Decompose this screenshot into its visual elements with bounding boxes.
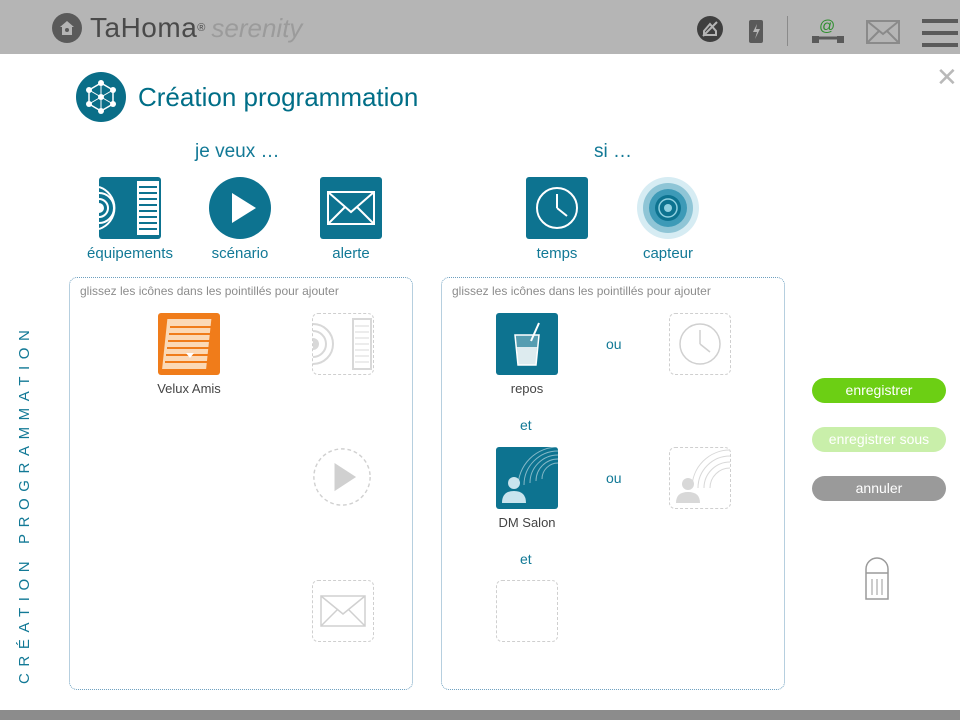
envelope-icon (320, 177, 382, 239)
item-label: Velux Amis (157, 381, 221, 396)
equipment-placeholder-icon (313, 318, 372, 370)
brand-registered: ® (197, 22, 206, 34)
menu-icon[interactable] (922, 18, 958, 53)
battery-icon[interactable] (748, 18, 764, 49)
play-icon (209, 177, 271, 239)
save-button[interactable]: enregistrer (812, 378, 946, 403)
clock-placeholder-icon (679, 323, 721, 365)
placed-equipment-item[interactable]: Velux Amis (144, 313, 234, 396)
equipment-slot[interactable] (312, 313, 374, 375)
sensor-slot[interactable] (669, 447, 731, 509)
home-logo-icon (52, 13, 82, 43)
mail-icon[interactable] (866, 20, 900, 49)
conditions-heading: si … (594, 141, 632, 162)
tool-label: capteur (642, 245, 694, 262)
tool-scenario[interactable]: scénario (200, 177, 280, 262)
sensor-icon (635, 177, 701, 239)
tool-alert[interactable]: alerte (311, 177, 391, 262)
and-connector: et (520, 551, 532, 567)
cancel-button[interactable]: annuler (812, 476, 946, 501)
brand: TaHoma ® serenity (52, 10, 302, 46)
item-label: DM Salon (498, 515, 556, 530)
tool-label: alerte (332, 245, 370, 262)
scenario-slot[interactable] (312, 447, 372, 507)
blind-icon (158, 313, 220, 375)
no-connection-icon[interactable] (696, 15, 724, 48)
drop-hint: glissez les icônes dans les pointillés p… (80, 284, 339, 298)
svg-text:@: @ (819, 18, 835, 35)
condition-item-dm-salon[interactable]: DM Salon (487, 447, 567, 530)
tool-label: scénario (211, 245, 269, 262)
dialog-title: Création programmation (138, 82, 419, 112)
close-icon[interactable]: ✕ (936, 64, 958, 90)
actions-heading: je veux … (195, 141, 280, 162)
brand-name: TaHoma (90, 12, 198, 43)
drink-icon (496, 313, 558, 375)
side-label: CRÉATION PROGRAMMATION (16, 323, 33, 684)
alert-slot[interactable] (312, 580, 374, 642)
play-placeholder-icon (313, 448, 371, 506)
trash-icon[interactable] (864, 557, 890, 606)
tool-equipment[interactable]: équipements (80, 177, 180, 262)
equipment-icon (99, 177, 161, 239)
or-connector: ou (606, 336, 622, 352)
app-header: TaHoma ® serenity @ (0, 0, 960, 54)
and-connector: et (520, 417, 532, 433)
user-network-icon[interactable]: @ (810, 14, 846, 51)
tool-sensor[interactable]: capteur (628, 177, 708, 262)
clock-icon (526, 177, 588, 239)
tool-label: temps (536, 245, 578, 262)
separator (787, 16, 789, 51)
network-icon (76, 72, 126, 122)
item-label: repos (510, 381, 544, 396)
tool-label: équipements (87, 245, 173, 262)
or-connector: ou (606, 470, 622, 486)
brand-subname: serenity (211, 12, 303, 43)
condition-item-repos[interactable]: repos (487, 313, 567, 396)
envelope-placeholder-icon (320, 595, 366, 627)
save-as-button[interactable]: enregistrer sous (812, 427, 946, 452)
presence-sensor-placeholder-icon (676, 449, 730, 503)
presence-sensor-icon (496, 447, 558, 509)
empty-condition-slot[interactable] (496, 580, 558, 642)
bottom-bar (0, 710, 960, 720)
time-slot[interactable] (669, 313, 731, 375)
drop-hint: glissez les icônes dans les pointillés p… (452, 284, 711, 298)
tool-time[interactable]: temps (517, 177, 597, 262)
